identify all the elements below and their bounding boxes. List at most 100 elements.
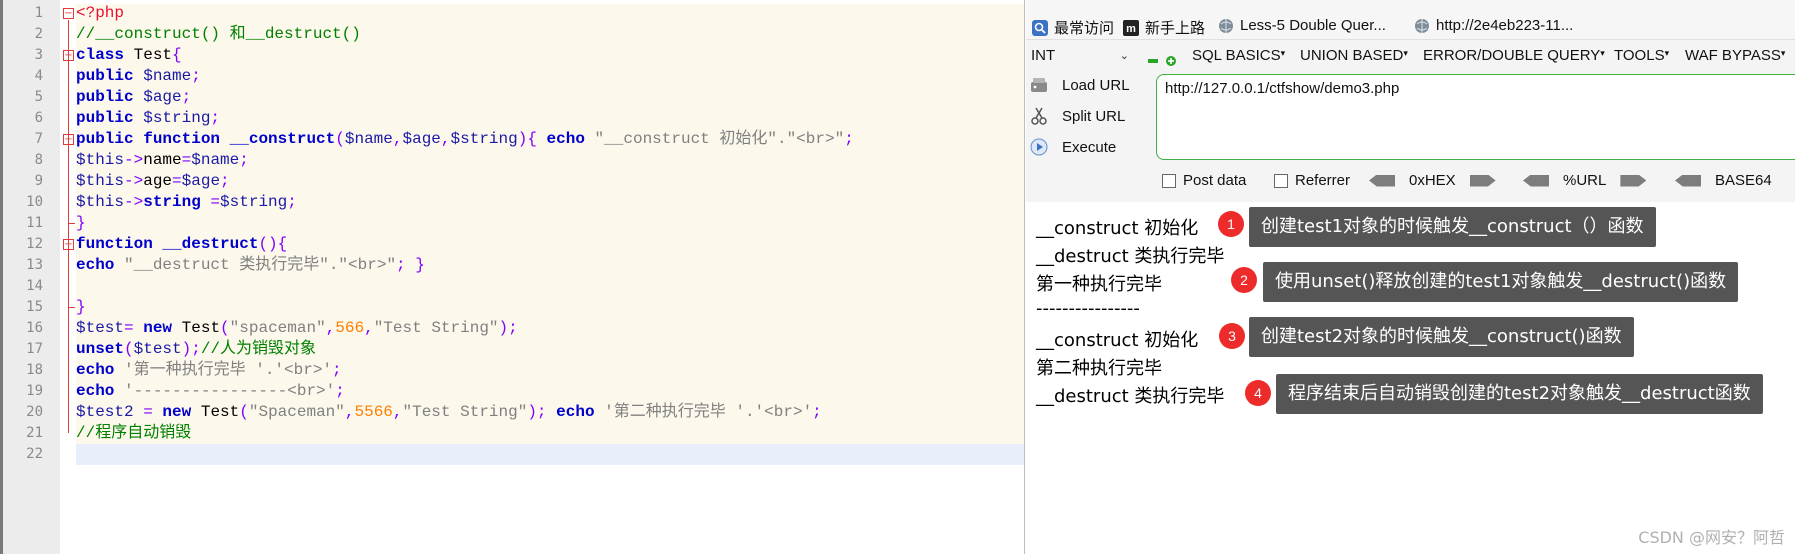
menu-error-double-query[interactable]: ERROR/DOUBLE QUERY▾ — [1423, 47, 1605, 64]
select-value: INT — [1031, 47, 1056, 64]
menu-waf-bypass[interactable]: WAF BYPASS▾ — [1685, 47, 1785, 64]
code-line[interactable]: //程序自动销毁 — [76, 423, 191, 444]
code-line[interactable]: public $string; — [76, 108, 220, 129]
output-line: __destruct 类执行完毕 — [1036, 386, 1225, 407]
callout-annotation: 创建test1对象的时候触发__construct（）函数 — [1249, 207, 1656, 247]
code-line[interactable]: //__construct() 和__destruct() — [76, 24, 361, 45]
bookmark-url[interactable]: http://2e4eb223-11... — [1414, 17, 1573, 34]
callout-annotation: 程序结束后自动销毁创建的test2对象触发__destruct函数 — [1276, 374, 1763, 414]
caret-icon: ▾ — [1664, 48, 1670, 58]
encoder-base64[interactable]: BASE64 — [1675, 172, 1772, 189]
code-line[interactable]: $test2 = new Test("Spaceman",5566,"Test … — [76, 402, 822, 423]
code-token: ( — [335, 130, 345, 148]
url-input[interactable]: http://127.0.0.1/ctfshow/demo3.php — [1156, 74, 1795, 160]
menu-label: ERROR/DOUBLE QUERY — [1423, 47, 1601, 64]
code-token: Test — [124, 46, 173, 64]
code-token: $age — [402, 130, 441, 148]
code-line[interactable]: public $age; — [76, 87, 191, 108]
code-token: ; } — [396, 256, 425, 274]
menu-tools[interactable]: TOOLS▾ — [1614, 47, 1669, 64]
menu-label: SQL BASICS — [1192, 47, 1281, 64]
code-line[interactable]: } — [76, 213, 86, 234]
code-line[interactable]: $this->string =$string; — [76, 192, 297, 213]
code-line[interactable]: } — [76, 297, 86, 318]
line-number: 11 — [26, 215, 43, 231]
code-line[interactable]: unset($test);//人为销毁对象 — [76, 339, 316, 360]
code-token: , — [440, 130, 451, 148]
minus-icon[interactable] — [1148, 53, 1158, 63]
code-line[interactable]: echo '----------------<br>'; — [76, 381, 345, 402]
decode-arrow-icon[interactable] — [1523, 174, 1549, 187]
line-number: 6 — [34, 110, 43, 126]
encode-arrow-icon[interactable] — [1620, 174, 1647, 187]
code-token: '第一种执行完毕 '.'<br>' — [114, 361, 333, 379]
code-token: $test2 — [76, 403, 134, 421]
menu-label: UNION BASED — [1300, 47, 1404, 64]
code-line[interactable]: $test= new Test("spaceman",566,"Test Str… — [76, 318, 518, 339]
output-line: 第二种执行完毕 — [1036, 358, 1162, 379]
code-line[interactable]: echo '第一种执行完毕 '.'<br>'; — [76, 360, 342, 381]
encoder-label: 0xHEX — [1409, 172, 1456, 189]
encode-arrow-icon[interactable] — [1469, 174, 1496, 187]
code-line[interactable]: public $name; — [76, 66, 201, 87]
menu-sql-basics[interactable]: SQL BASICS▾ — [1192, 47, 1285, 64]
code-token: public — [76, 130, 134, 148]
code-editor[interactable]: <?php //__construct() 和__destruct()class … — [0, 0, 1025, 554]
line-number: 15 — [26, 299, 43, 315]
code-token: ); — [527, 403, 557, 421]
fold-end-marker — [68, 223, 75, 224]
bookmark-most-visited[interactable]: 最常访问 — [1032, 17, 1114, 38]
code-token: $string — [220, 193, 288, 211]
code-line[interactable]: function __destruct(){ — [76, 234, 287, 255]
post-data-checkbox[interactable]: Post data — [1162, 172, 1246, 189]
hackbar-options: Post data Referrer 0xHEX %URL BASE64 — [1026, 168, 1795, 194]
code-line[interactable]: public function __construct($name,$age,$… — [76, 129, 854, 150]
code-line[interactable]: <?php — [76, 3, 124, 24]
bookmark-less5[interactable]: Less-5 Double Quer... — [1218, 17, 1386, 34]
output-line: __construct 初始化 — [1036, 330, 1199, 351]
decode-arrow-icon[interactable] — [1675, 174, 1701, 187]
scissors-icon — [1030, 107, 1048, 125]
bookmark-getting-started[interactable]: m 新手上路 — [1123, 17, 1205, 38]
code-line[interactable]: $this->age=$age; — [76, 171, 230, 192]
code-token: "Test String" — [373, 319, 499, 337]
referrer-checkbox[interactable]: Referrer — [1274, 172, 1350, 189]
split-url-button[interactable]: Split URL — [1030, 104, 1125, 128]
code-token: , — [392, 130, 403, 148]
encoder-url[interactable]: %URL — [1523, 172, 1647, 189]
code-token: //__construct() 和__destruct() — [76, 25, 361, 43]
code-token: "spaceman" — [229, 319, 326, 337]
encoder-label: BASE64 — [1715, 172, 1772, 189]
load-url-button[interactable]: Load URL — [1030, 73, 1130, 97]
fold-rail — [68, 20, 69, 433]
line-number: 13 — [26, 257, 43, 273]
code-token: ; — [220, 172, 230, 190]
line-number: 21 — [26, 425, 43, 441]
encoder-label: %URL — [1563, 172, 1607, 189]
code-line[interactable]: class Test{ — [76, 45, 182, 66]
code-token: = — [172, 172, 182, 190]
checkbox-box — [1274, 173, 1288, 188]
fold-toggle-icon[interactable]: − — [63, 8, 74, 19]
plus-icon[interactable] — [1166, 53, 1176, 66]
line-number: 20 — [26, 404, 43, 420]
bookmark-label: 新手上路 — [1145, 20, 1206, 37]
injection-type-select[interactable]: INT ⌄ — [1031, 45, 1131, 67]
code-token: function — [143, 130, 221, 148]
execute-button[interactable]: Execute — [1030, 135, 1116, 159]
code-token: '----------------<br>' — [114, 382, 336, 400]
decode-arrow-icon[interactable] — [1369, 174, 1395, 187]
chevron-down-icon: ⌄ — [1119, 50, 1129, 62]
code-token: $this — [76, 193, 125, 211]
code-token: } — [76, 214, 86, 232]
menu-union-based[interactable]: UNION BASED▾ — [1300, 47, 1408, 64]
output-line: ---------------- — [1036, 298, 1140, 319]
checkbox-label: Referrer — [1295, 172, 1351, 189]
code-line[interactable]: echo "__destruct 类执行完毕"."<br>"; } — [76, 255, 425, 276]
line-number: 14 — [26, 278, 43, 294]
fold-end-marker — [68, 307, 75, 308]
encoder-hex[interactable]: 0xHEX — [1369, 172, 1496, 189]
code-token: class — [76, 46, 125, 64]
code-line[interactable]: $this->name=$name; — [76, 150, 249, 171]
